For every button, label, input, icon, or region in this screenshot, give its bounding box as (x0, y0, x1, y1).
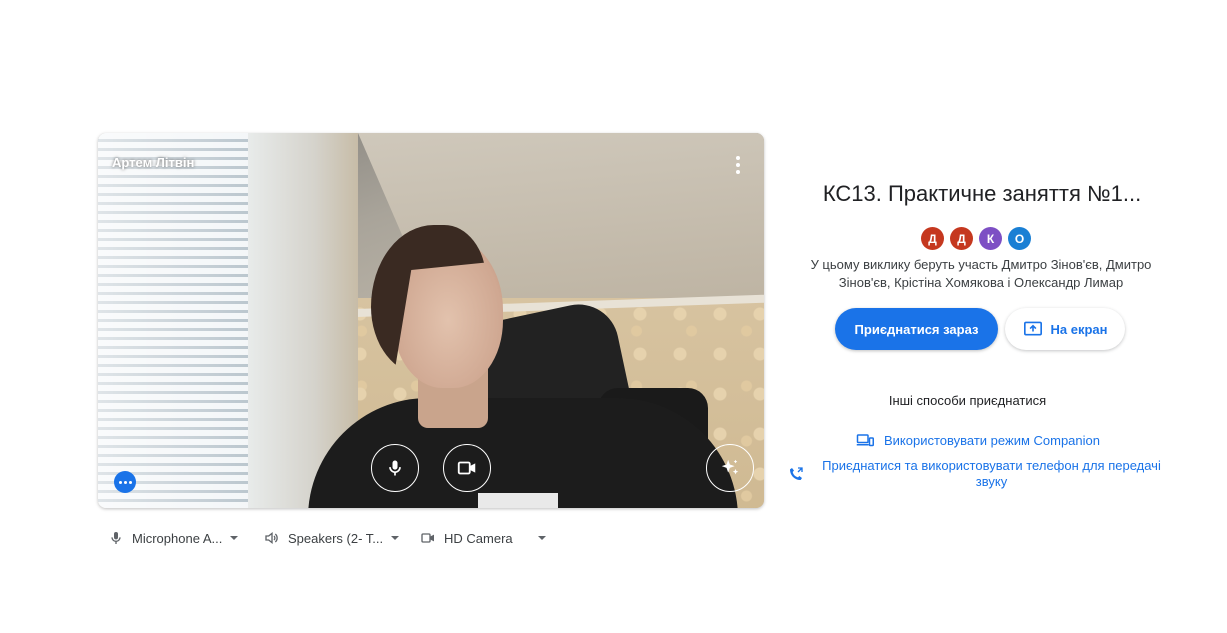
sparkle-icon (721, 459, 739, 475)
more-options-button[interactable] (726, 153, 750, 177)
meet-prejoin-page: Артем Літвін Microphone A... Speakers (2… (0, 0, 1227, 633)
devices-icon (856, 434, 874, 447)
present-button-label: На екран (1050, 321, 1108, 337)
camera-feed (98, 133, 764, 508)
participant-avatars: Д Д К О (921, 227, 1031, 250)
microphone-icon (389, 460, 401, 476)
participants-text: У цьому виклику беруть участь Дмитро Зін… (810, 257, 1152, 290)
microphone-select[interactable]: Microphone A... (108, 528, 239, 548)
speaker-icon (265, 531, 278, 545)
companion-mode-link[interactable]: Використовувати режим Companion (856, 433, 1100, 449)
other-ways-heading: Інші способи приєднатися (888, 393, 1047, 408)
phone-audio-label: Приєднатися та використовувати телефон д… (822, 458, 1161, 489)
present-button[interactable]: На екран (1005, 308, 1125, 350)
microphone-select-label: Microphone A... (132, 530, 223, 546)
camera-select[interactable]: HD Camera (420, 528, 513, 548)
videocam-icon (421, 533, 434, 543)
camera-toggle-button[interactable] (443, 444, 491, 492)
avatar: Д (950, 227, 973, 250)
camera-select-label: HD Camera (444, 530, 513, 546)
visual-effects-button[interactable] (706, 444, 754, 492)
dropdown-caret-icon (230, 536, 239, 540)
join-now-button[interactable]: Приєднатися зараз (835, 308, 998, 350)
dropdown-caret-icon (391, 536, 400, 540)
speakers-select[interactable]: Speakers (2- T... (264, 528, 400, 548)
avatar: Д (921, 227, 944, 250)
microphone-toggle-button[interactable] (371, 444, 419, 492)
phone-forwarded-icon (790, 467, 803, 480)
meeting-title: КС13. Практичне заняття №1... (822, 181, 1142, 206)
companion-mode-label: Використовувати режим Companion (884, 433, 1100, 448)
phone-audio-link[interactable]: Приєднатися та використовувати телефон д… (788, 458, 1170, 490)
more-dots-badge-icon[interactable] (114, 471, 136, 493)
participant-name: Артем Літвін (112, 155, 195, 170)
microphone-icon (111, 532, 121, 544)
present-to-screen-icon (1023, 321, 1042, 336)
speakers-select-label: Speakers (2- T... (288, 530, 384, 546)
avatar: К (979, 227, 1002, 250)
more-vert-icon (736, 156, 740, 174)
avatar: О (1008, 227, 1031, 250)
videocam-icon (457, 461, 476, 475)
self-video-preview: Артем Літвін (98, 133, 764, 508)
dropdown-caret-icon[interactable] (538, 536, 546, 540)
